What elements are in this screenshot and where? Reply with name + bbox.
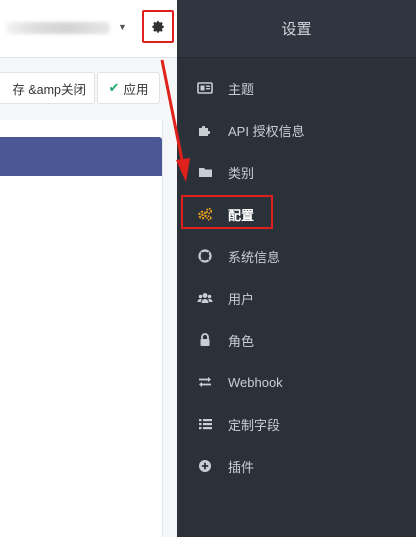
plus-circle-icon	[197, 459, 213, 473]
lifebuoy-icon	[197, 249, 213, 263]
puzzle-icon	[197, 123, 213, 137]
sidebar-item-label: 插件	[228, 459, 255, 475]
user-name-blurred	[6, 22, 110, 34]
lock-icon	[197, 333, 213, 347]
save-and-close-button[interactable]: 存 &amp关闭	[0, 72, 95, 104]
sidebar-item-api[interactable]: API 授权信息	[177, 109, 416, 151]
sidebar-title: 设置	[177, 0, 416, 58]
sidebar-item-config[interactable]: 配置	[177, 193, 416, 235]
action-toolbar: 存 &amp关闭 ✔ 应用	[0, 72, 162, 104]
sidebar-item-label: 配置	[228, 207, 255, 223]
sidebar-item-custom-fields[interactable]: 定制字段	[177, 403, 416, 445]
sidebar-item-label: 角色	[228, 333, 255, 349]
sidebar-item-roles[interactable]: 角色	[177, 319, 416, 361]
user-menu[interactable]: ▼	[0, 14, 132, 42]
top-bar: ▼	[0, 0, 177, 58]
panel-header-bar	[0, 137, 162, 176]
highlight-box	[181, 195, 273, 229]
content-panel	[0, 120, 163, 537]
sidebar-item-theme[interactable]: 主题	[177, 67, 416, 109]
gears-icon	[197, 207, 213, 221]
main-area: ▼ 存 &amp关闭 ✔ 应用	[0, 0, 177, 537]
settings-gear-button[interactable]	[142, 10, 174, 43]
sidebar-item-users[interactable]: 用户	[177, 277, 416, 319]
users-icon	[197, 291, 213, 305]
sidebar-item-category[interactable]: 类别	[177, 151, 416, 193]
sidebar-title-text: 设置	[281, 21, 312, 38]
list-icon	[197, 417, 213, 431]
sidebar-item-label: 系统信息	[228, 249, 281, 265]
settings-menu: 主题 API 授权信息 类别 配置 系统信息 用户 角色 Webhook 定制字…	[177, 67, 416, 487]
sidebar-item-webhook[interactable]: Webhook	[177, 361, 416, 403]
sidebar-item-label: 主题	[228, 81, 255, 97]
save-and-close-label: 存 &amp关闭	[12, 82, 86, 97]
check-icon: ✔	[108, 80, 120, 95]
sidebar-item-system-info[interactable]: 系统信息	[177, 235, 416, 277]
theme-icon	[197, 81, 213, 95]
caret-down-icon: ▼	[118, 22, 127, 32]
apply-button[interactable]: ✔ 应用	[97, 72, 160, 104]
sidebar-item-label: 定制字段	[228, 417, 281, 433]
sidebar-item-plugins[interactable]: 插件	[177, 445, 416, 487]
folder-icon	[197, 165, 213, 179]
gear-icon	[151, 20, 165, 34]
sidebar-item-label: 用户	[228, 291, 255, 307]
apply-label: 应用	[123, 82, 149, 97]
sidebar-item-label: API 授权信息	[228, 123, 305, 139]
sidebar-item-label: 类别	[228, 165, 255, 181]
exchange-icon	[197, 375, 213, 389]
settings-sidebar: 设置 主题 API 授权信息 类别 配置 系统信息 用户 角色 Webhook …	[177, 0, 416, 537]
sidebar-item-label: Webhook	[228, 374, 283, 390]
